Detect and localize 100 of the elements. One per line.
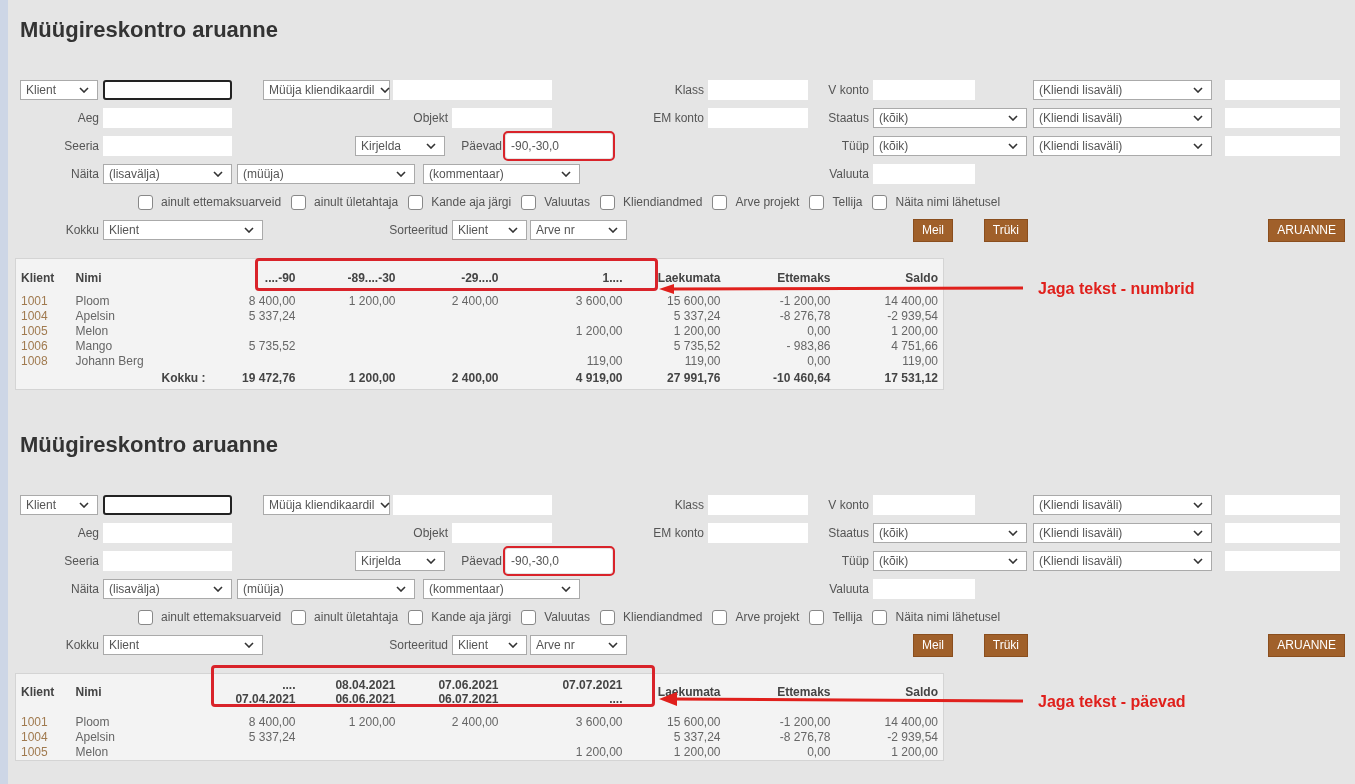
action-button[interactable]: Trüki [983,218,1028,242]
dropdown[interactable]: (Kliendi lisaväli) [1033,136,1212,156]
dropdown[interactable]: (kõik) [873,108,1027,128]
checkbox[interactable] [600,609,616,625]
dropdown[interactable]: (Kliendi lisaväli) [1033,80,1212,100]
client-link[interactable]: 1005 [21,324,48,338]
checkbox[interactable] [809,194,825,210]
field-label: Objekt [413,526,449,540]
input-field[interactable]: -90,-30,0 [506,134,612,158]
checkbox[interactable] [521,609,537,625]
chevron-down-icon [396,586,406,592]
dropdown[interactable]: Müüja kliendikaardil [263,495,390,515]
dropdown[interactable]: Müüja kliendikaardil [263,80,390,100]
action-button[interactable]: Trüki [983,633,1028,657]
dropdown[interactable]: (kommentaar) [423,579,580,599]
checkbox-label: ainult ettemaksuarveid [161,610,282,624]
dropdown[interactable]: (lisavälja) [103,164,232,184]
table-cell: 14 400,00 [884,294,938,308]
page-title: Müügireskontro aruanne [20,431,279,459]
table-cell: 3 600,00 [575,715,623,729]
client-link[interactable]: 1001 [21,294,48,308]
field-label: Näita [71,167,100,181]
column-header: Laekumata [627,673,726,715]
column-header: Saldo [835,673,944,715]
table-cell: 3 600,00 [575,294,623,308]
chevron-down-icon [1008,143,1018,149]
field-label: Kokku [65,638,100,652]
table-cell: -1 200,00 [779,294,831,308]
dropdown[interactable]: (müüja) [237,579,415,599]
dropdown[interactable]: (Kliendi lisaväli) [1033,495,1212,515]
field-label: EM konto [653,111,705,125]
action-button[interactable]: ARUANNE [1268,633,1345,657]
field-label: V konto [828,498,870,512]
checkbox[interactable] [712,194,728,210]
action-button[interactable]: ARUANNE [1268,218,1345,242]
dropdown[interactable]: Klient [103,220,263,240]
total-cell: 17 531,12 [884,371,938,385]
table-cell: -1 200,00 [779,715,831,729]
checkbox[interactable] [600,194,616,210]
field-label: Valuuta [829,582,870,596]
client-link[interactable]: 1001 [21,715,48,729]
column-header: 1.... [503,258,628,294]
table-cell: 1 200,00 [891,324,938,338]
checkbox-label: Valuutas [544,195,591,209]
chevron-down-icon [508,642,518,648]
dropdown[interactable]: Klient [452,635,527,655]
chevron-down-icon [79,87,89,93]
checkbox[interactable] [291,194,307,210]
table-cell: Melon [75,324,109,338]
input-field[interactable] [103,80,232,100]
checkbox[interactable] [408,194,424,210]
dropdown[interactable]: (kõik) [873,551,1027,571]
dropdown[interactable]: (Kliendi lisaväli) [1033,108,1212,128]
client-link[interactable]: 1005 [21,745,48,759]
client-link[interactable]: 1008 [21,354,48,368]
field-label: V konto [828,83,870,97]
dropdown[interactable]: (lisavälja) [103,579,232,599]
dropdown[interactable]: Kirjelda [355,136,445,156]
page-title: Müügireskontro aruanne [20,16,279,44]
checkbox-label: Näita nimi lähetusel [895,195,1001,209]
dropdown[interactable]: Klient [103,635,263,655]
dropdown[interactable]: Kirjelda [355,551,445,571]
column-header: Nimi [70,258,211,294]
checkbox[interactable] [872,194,888,210]
total-cell: -10 460,64 [773,371,831,385]
client-link[interactable]: 1004 [21,730,48,744]
checkbox[interactable] [408,609,424,625]
input-field[interactable] [103,495,232,515]
dropdown[interactable]: Klient [452,220,527,240]
dropdown[interactable]: Klient [20,80,98,100]
checkbox[interactable] [138,194,153,210]
table-cell: 1 200,00 [575,324,623,338]
field-label: Sorteeritud [389,223,449,237]
checkbox[interactable] [712,609,728,625]
dropdown[interactable]: (müüja) [237,164,415,184]
dropdown[interactable]: Arve nr [530,220,627,240]
dropdown[interactable]: (Kliendi lisaväli) [1033,551,1212,571]
dropdown[interactable]: (Kliendi lisaväli) [1033,523,1212,543]
field-label: Klass [674,498,705,512]
checkbox[interactable] [809,609,825,625]
table-cell: Apelsin [75,309,115,323]
field-label: EM konto [653,526,705,540]
dropdown[interactable]: (kõik) [873,523,1027,543]
checkbox[interactable] [521,194,537,210]
input-field[interactable]: -90,-30,0 [506,549,612,573]
field-label: Päevad [461,554,503,568]
chevron-down-icon [1193,530,1203,536]
checkbox[interactable] [291,609,307,625]
dropdown[interactable]: (kommentaar) [423,164,580,184]
dropdown[interactable]: Klient [20,495,98,515]
field-label: Seeria [64,554,100,568]
dropdown[interactable]: Arve nr [530,635,627,655]
action-button[interactable]: Meil [913,218,953,242]
client-link[interactable]: 1004 [21,309,48,323]
table-cell: 1 200,00 [891,745,938,759]
client-link[interactable]: 1006 [21,339,48,353]
action-button[interactable]: Meil [913,633,953,657]
checkbox[interactable] [138,609,153,625]
checkbox[interactable] [872,609,888,625]
dropdown[interactable]: (kõik) [873,136,1027,156]
